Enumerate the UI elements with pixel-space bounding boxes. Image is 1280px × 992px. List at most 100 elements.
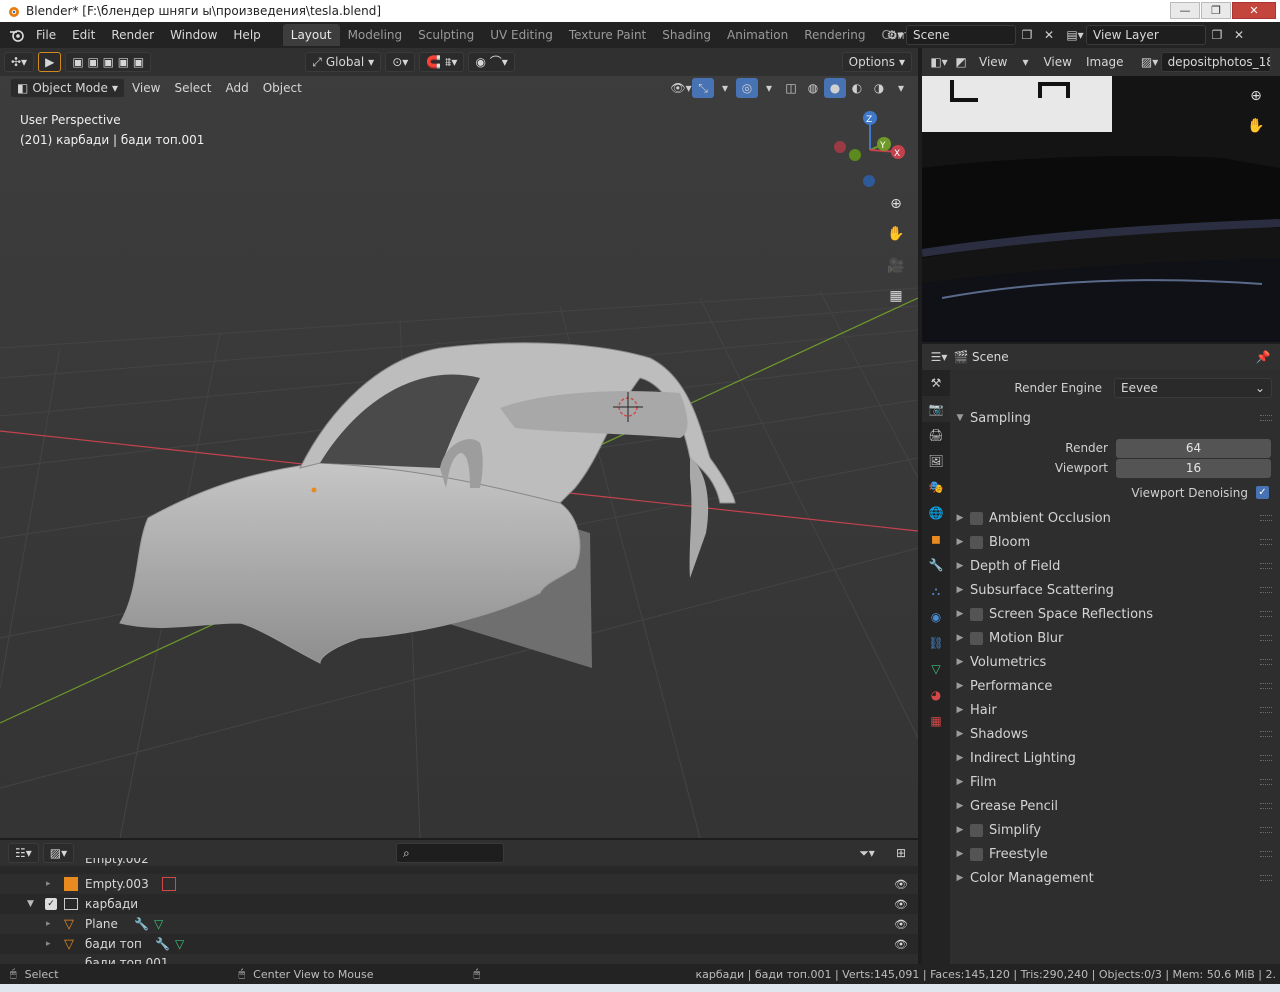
modifier-tab-icon[interactable]: 🔧 xyxy=(922,552,950,578)
image-browse-icon[interactable]: ▨▾ xyxy=(1139,52,1161,72)
viewport-denoising-checkbox[interactable]: ✓ xyxy=(1256,486,1269,499)
menu-file[interactable]: File xyxy=(28,24,64,46)
overlay-dropdown-icon[interactable]: ▾ xyxy=(758,78,780,98)
overlay-toggle-icon[interactable]: ◎ xyxy=(736,78,758,98)
panel-drag-handle[interactable] xyxy=(1260,827,1272,833)
panel-enable-checkbox[interactable] xyxy=(970,511,983,525)
panel-enable-checkbox[interactable] xyxy=(970,535,983,549)
properties-editor-type-icon[interactable]: ☰▾ xyxy=(928,347,950,367)
tab-animation[interactable]: Animation xyxy=(719,24,796,46)
tab-layout[interactable]: Layout xyxy=(282,24,340,46)
panel-drag-handle[interactable] xyxy=(1260,731,1272,737)
3d-viewport[interactable]: Z Y X ✣▾ ▶ ▣ ▣ ▣ ▣ ▣ ⤢ Global ▾ ⊙▾ 🧲 ⩩▾ … xyxy=(0,48,918,838)
delete-scene-icon[interactable]: ✕ xyxy=(1038,25,1060,45)
panel-drag-handle[interactable] xyxy=(1260,415,1272,421)
blender-menu-icon[interactable] xyxy=(6,25,28,45)
panel-enable-checkbox[interactable] xyxy=(970,607,983,621)
viewport-menu-view[interactable]: View xyxy=(125,78,167,98)
panel-volumetrics[interactable]: ▶ Volumetrics xyxy=(950,650,1280,674)
outliner-row[interactable]: ▸ ▽ бади топ 🔧 ▽ 👁 xyxy=(0,934,918,954)
pin-icon[interactable]: 📌 xyxy=(1252,347,1274,367)
panel-subsurface-scattering[interactable]: ▶ Subsurface Scattering xyxy=(950,578,1280,602)
panel-drag-handle[interactable] xyxy=(1260,779,1272,785)
outliner-row[interactable]: ▸ ▽ Plane 🔧 ▽ 👁 xyxy=(0,914,918,934)
collection-checkbox[interactable]: ✓ xyxy=(45,898,57,910)
scene-name-field[interactable]: Scene xyxy=(906,25,1016,45)
gizmo-dropdown-icon[interactable]: ▾ xyxy=(714,78,736,98)
view-dropdown-arrow-icon[interactable]: ▾ xyxy=(1014,52,1036,72)
panel-simplify[interactable]: ▶ Simplify xyxy=(950,818,1280,842)
image-zoom-icon[interactable]: ⊕ xyxy=(1244,84,1268,108)
maximize-button[interactable]: ❐ xyxy=(1201,2,1231,19)
menu-window[interactable]: Window xyxy=(162,24,225,46)
panel-hair[interactable]: ▶ Hair xyxy=(950,698,1280,722)
proportional-edit-dropdown[interactable]: ◉ ⌒▾ xyxy=(468,52,515,72)
tool-tab-icon[interactable]: ⚒ xyxy=(922,370,950,396)
wireframe-shading-icon[interactable]: ◍ xyxy=(802,78,824,98)
view-layer-field[interactable]: View Layer xyxy=(1086,25,1206,45)
data-tab-icon[interactable]: ▽ xyxy=(922,656,950,682)
material-shading-icon[interactable]: ◐ xyxy=(846,78,868,98)
image-menu-image[interactable]: Image xyxy=(1079,52,1131,72)
expand-arrow-icon[interactable]: ▸ xyxy=(46,919,51,929)
options-dropdown[interactable]: Options ▾ xyxy=(841,52,912,72)
tab-rendering[interactable]: Rendering xyxy=(796,24,873,46)
selection-mode-buttons[interactable]: ▣ ▣ ▣ ▣ ▣ xyxy=(65,52,152,72)
tab-uv-editing[interactable]: UV Editing xyxy=(482,24,561,46)
visibility-eye-icon[interactable]: 👁 xyxy=(894,938,908,951)
tab-sculpting[interactable]: Sculpting xyxy=(410,24,482,46)
output-tab-icon[interactable]: 🖨 xyxy=(922,422,950,448)
panel-freestyle[interactable]: ▶ Freestyle xyxy=(950,842,1280,866)
material-tab-icon[interactable]: ◕ xyxy=(922,682,950,708)
viewport-samples-field[interactable]: 16 xyxy=(1116,458,1271,478)
texture-tab-icon[interactable]: ▦ xyxy=(922,708,950,734)
menu-render[interactable]: Render xyxy=(103,24,162,46)
viewport-menu-object[interactable]: Object xyxy=(256,78,309,98)
transform-orientation-dropdown[interactable]: ⤢ Global ▾ xyxy=(305,52,382,72)
panel-performance[interactable]: ▶ Performance xyxy=(950,674,1280,698)
panel-depth-of-field[interactable]: ▶ Depth of Field xyxy=(950,554,1280,578)
panel-enable-checkbox[interactable] xyxy=(970,823,983,837)
menu-help[interactable]: Help xyxy=(225,24,268,46)
panel-ambient-occlusion[interactable]: ▶ Ambient Occlusion xyxy=(950,506,1280,530)
tab-modeling[interactable]: Modeling xyxy=(340,24,411,46)
panel-drag-handle[interactable] xyxy=(1260,587,1272,593)
panel-drag-handle[interactable] xyxy=(1260,755,1272,761)
world-tab-icon[interactable]: 🌐 xyxy=(922,500,950,526)
view-mode-icon[interactable]: ◩ xyxy=(950,52,972,72)
ortho-toggle-icon[interactable]: ▦ xyxy=(884,284,908,308)
minimize-button[interactable]: — xyxy=(1170,2,1200,19)
panel-enable-checkbox[interactable] xyxy=(970,847,983,861)
panel-drag-handle[interactable] xyxy=(1260,803,1272,809)
image-name-field[interactable]: depositphotos_186... xyxy=(1160,52,1271,72)
panel-indirect-lighting[interactable]: ▶ Indirect Lighting xyxy=(950,746,1280,770)
menu-edit[interactable]: Edit xyxy=(64,24,103,46)
visibility-eye-icon[interactable]: 👁 xyxy=(894,878,908,891)
render-tab-icon[interactable]: 📷 xyxy=(922,396,950,422)
camera-view-icon[interactable]: 🎥 xyxy=(884,254,908,278)
editor-type-button[interactable]: ✣▾ xyxy=(4,52,35,72)
tab-shading[interactable]: Shading xyxy=(654,24,719,46)
close-button[interactable]: ✕ xyxy=(1232,2,1276,19)
panel-drag-handle[interactable] xyxy=(1260,875,1272,881)
panel-drag-handle[interactable] xyxy=(1260,707,1272,713)
view-layer-tab-icon[interactable]: 🖼 xyxy=(922,448,950,474)
panel-motion-blur[interactable]: ▶ Motion Blur xyxy=(950,626,1280,650)
zoom-icon[interactable]: ⊕ xyxy=(884,192,908,216)
outliner-row[interactable]: бади топ.001 xyxy=(0,954,918,964)
panel-film[interactable]: ▶ Film xyxy=(950,770,1280,794)
select-tool-button[interactable]: ▶ xyxy=(38,52,62,72)
panel-drag-handle[interactable] xyxy=(1260,683,1272,689)
image-menu-view-dropdown[interactable]: View xyxy=(972,52,1014,72)
shading-dropdown-icon[interactable]: ▾ xyxy=(890,78,912,98)
solid-shading-icon[interactable]: ● xyxy=(824,78,846,98)
render-samples-field[interactable]: 64 xyxy=(1116,438,1271,458)
outliner-row[interactable]: ▸ Empty.003 👁 xyxy=(0,874,918,894)
image-editor[interactable]: ◧▾ ◩ View ▾ View Image ▨▾ depositphotos_… xyxy=(922,48,1280,342)
view-layer-browse-icon[interactable]: ▤▾ xyxy=(1064,25,1086,45)
expand-arrow-icon[interactable]: ▸ xyxy=(46,879,51,889)
delete-view-layer-icon[interactable]: ✕ xyxy=(1228,25,1250,45)
mode-dropdown[interactable]: ◧ Object Mode ▾ xyxy=(10,78,125,98)
panel-screen-space-reflections[interactable]: ▶ Screen Space Reflections xyxy=(950,602,1280,626)
gizmo-toggle-icon[interactable]: ⤡ xyxy=(692,78,714,98)
